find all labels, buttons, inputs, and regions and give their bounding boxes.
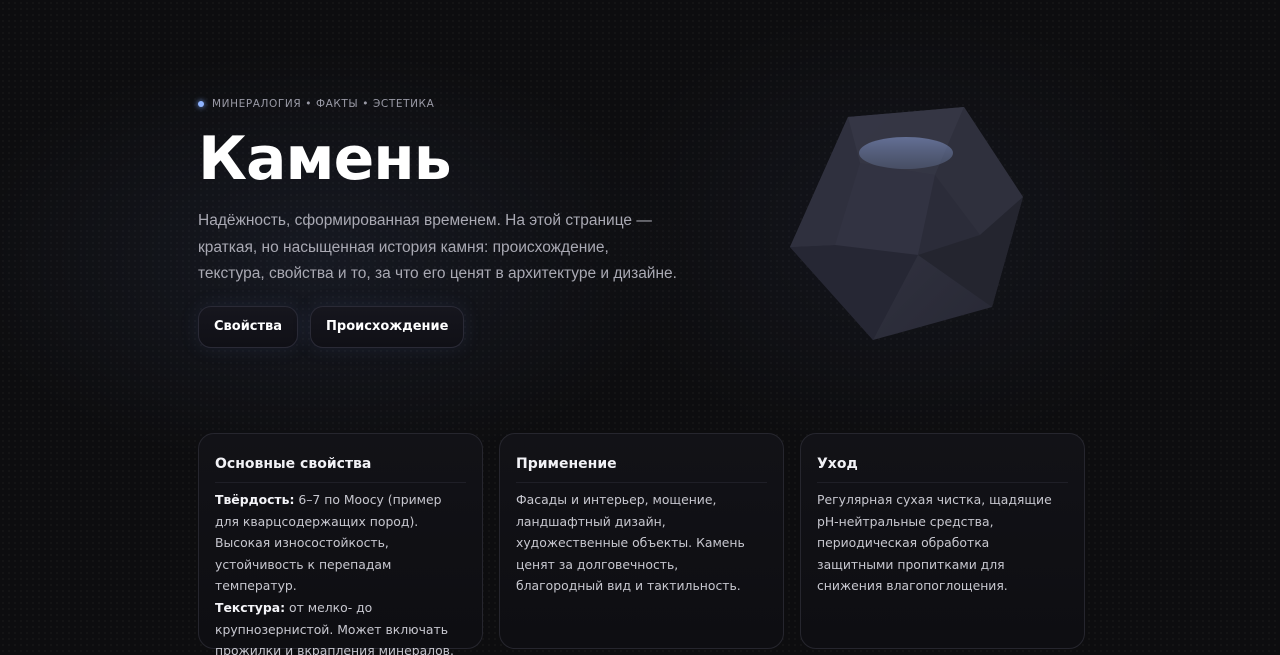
origin-button[interactable]: Происхождение bbox=[310, 305, 465, 348]
lead-paragraph: Надёжность, сформированная временем. На … bbox=[198, 212, 677, 282]
hardness-label: Твёрдость: bbox=[215, 492, 295, 507]
eyebrow: МИНЕРАЛОГИЯ • ФАКТЫ • ЭСТЕТИКА bbox=[198, 96, 718, 112]
hero-section: МИНЕРАЛОГИЯ • ФАКТЫ • ЭСТЕТИКА Камень На… bbox=[198, 96, 718, 348]
card-body: Твёрдость: 6–7 по Моосу (пример для квар… bbox=[215, 489, 466, 655]
card-properties: Основные свойства Твёрдость: 6–7 по Моос… bbox=[198, 433, 483, 655]
hero-buttons: Свойства Происхождение bbox=[198, 305, 718, 348]
eyebrow-text: МИНЕРАЛОГИЯ • ФАКТЫ • ЭСТЕТИКА bbox=[212, 98, 435, 110]
card-title: Основные свойства bbox=[215, 456, 466, 483]
card-title: Применение bbox=[516, 456, 767, 483]
card-body: Регулярная сухая чистка, щадящие pH-нейт… bbox=[817, 492, 1052, 594]
page-title: Камень bbox=[198, 128, 718, 190]
stone-illustration bbox=[790, 107, 1023, 340]
feature-cards: Основные свойства Твёрдость: 6–7 по Моос… bbox=[198, 433, 1085, 655]
hardness-text: 6–7 по Моосу (пример для кварцсодержащих… bbox=[215, 492, 442, 594]
card-usage: Применение Фасады и интерьер, мощение, л… bbox=[499, 433, 784, 649]
card-title: Уход bbox=[817, 456, 1068, 483]
card-body: Фасады и интерьер, мощение, ландшафтный … bbox=[516, 492, 745, 594]
stone-highlight bbox=[859, 137, 953, 169]
card-care: Уход Регулярная сухая чистка, щадящие pH… bbox=[800, 433, 1085, 649]
accent-dot-icon bbox=[198, 101, 204, 107]
texture-label: Текстура: bbox=[215, 599, 286, 615]
properties-button[interactable]: Свойства bbox=[198, 305, 299, 348]
